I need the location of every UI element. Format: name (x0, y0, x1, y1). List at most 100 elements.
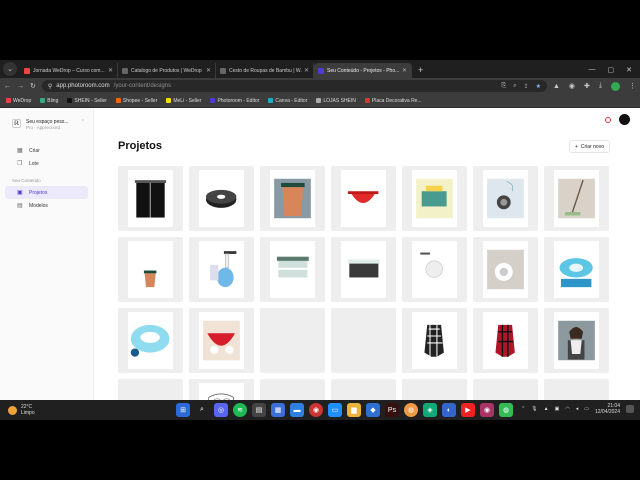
browser-tab[interactable]: Catalogo de Produtos | WeDrop ✕ (118, 63, 216, 78)
search-icon[interactable]: ⌕ (195, 403, 209, 417)
tab-search-icon[interactable]: ⌄ (3, 62, 17, 76)
bookmark-item[interactable]: LOJAS SHEIN (316, 98, 356, 104)
project-card[interactable] (118, 237, 183, 302)
clock[interactable]: 21:04 12/04/2024 (595, 403, 620, 415)
sidebar-item-criar[interactable]: ▦ Criar (5, 144, 88, 157)
project-card[interactable] (473, 166, 538, 231)
app-icon[interactable]: ▬ (290, 403, 304, 417)
project-card[interactable] (402, 237, 467, 302)
user-avatar[interactable] (619, 114, 630, 125)
project-card[interactable] (260, 237, 325, 302)
file-explorer-icon[interactable]: ▆ (347, 403, 361, 417)
close-tab-icon[interactable]: ✕ (304, 67, 309, 74)
project-card[interactable] (189, 166, 254, 231)
close-tab-icon[interactable]: ✕ (108, 67, 113, 74)
close-window-icon[interactable]: ✕ (626, 66, 632, 74)
profile-avatar[interactable] (611, 81, 620, 91)
chrome-icon[interactable]: ◍ (404, 403, 418, 417)
sidebar-item-projetos[interactable]: ▣ Projetos (5, 186, 88, 199)
start-icon[interactable]: ⊞ (176, 403, 190, 417)
app-tray-icon[interactable]: ▲ (544, 406, 549, 412)
notification-center-icon[interactable] (626, 405, 634, 413)
back-icon[interactable]: ← (4, 83, 11, 90)
zoom-icon[interactable]: ⌕ (513, 83, 516, 90)
app-icon[interactable]: ◆ (366, 403, 380, 417)
create-new-button[interactable]: + Criar novo (569, 140, 610, 153)
reload-icon[interactable]: ↻ (30, 82, 36, 90)
bookmark-star-icon[interactable]: ★ (536, 83, 541, 90)
folder-icon: ▣ (17, 190, 23, 196)
bookmark-item[interactable]: Shopee - Seller (115, 98, 157, 104)
bookmark-item[interactable]: MeLi - Seller (166, 98, 201, 104)
app-icon[interactable]: ▤ (252, 403, 266, 417)
bookmark-item[interactable]: Placa Decorativa Re... (364, 98, 422, 104)
project-card[interactable] (118, 308, 183, 373)
spotify-icon[interactable]: ≋ (233, 403, 247, 417)
mic-icon[interactable]: 🎙 (531, 406, 537, 412)
close-tab-icon[interactable]: ✕ (206, 67, 211, 74)
project-card[interactable] (189, 237, 254, 302)
app-icon[interactable]: ▭ (328, 403, 342, 417)
project-card[interactable] (402, 166, 467, 231)
weather-widget[interactable]: 22°C Limpo (0, 404, 35, 416)
extension-icon[interactable]: ◉ (569, 82, 575, 90)
youtube-icon[interactable]: ▶ (461, 403, 475, 417)
project-card[interactable] (331, 308, 396, 373)
site-info-icon[interactable]: ⚲ (48, 83, 52, 90)
maximize-icon[interactable]: ▢ (608, 66, 615, 74)
project-card[interactable] (544, 237, 609, 302)
translate-icon[interactable]: ⎘ (501, 83, 506, 90)
app-icon[interactable]: ◉ (309, 403, 323, 417)
bookmark-item[interactable]: SHEIN - Seller (67, 98, 107, 104)
chrome-active-icon[interactable]: ◍ (499, 403, 513, 417)
extensions-puzzle-icon[interactable]: ✚ (584, 82, 590, 90)
chevron-up-icon[interactable]: ⌃ (521, 406, 525, 412)
new-tab-button[interactable]: + (418, 65, 423, 75)
tab-title: Cesto de Roupas de Bambu | W... (229, 67, 302, 74)
project-card[interactable] (189, 308, 254, 373)
app-icon[interactable]: ◐ (442, 403, 456, 417)
bookmark-item[interactable]: WeDrop (6, 98, 31, 104)
project-card[interactable] (402, 308, 467, 373)
forward-icon[interactable]: → (17, 83, 24, 90)
sidebar-item-lote[interactable]: ❐ Lote (5, 157, 88, 170)
tab-favicon-icon (122, 67, 128, 74)
project-card[interactable] (473, 308, 538, 373)
share-icon[interactable]: ⇪ (524, 83, 529, 90)
app-icon[interactable]: ◉ (480, 403, 494, 417)
browser-tab[interactable]: Seu Conteúdo - Projetos - Pho... ✕ (314, 63, 412, 78)
bookmark-label: SHEIN - Seller (74, 97, 107, 104)
extension-warning-icon[interactable]: ▲ (553, 83, 560, 90)
app-tray-icon[interactable]: ▣ (555, 406, 560, 412)
project-card[interactable] (118, 166, 183, 231)
url-field[interactable]: ⚲ app.photoroom.com/your-content/designs… (41, 80, 547, 92)
menu-kebab-icon[interactable]: ⋮ (629, 82, 636, 90)
download-icon[interactable]: ⤓ (599, 82, 602, 90)
bookmark-item[interactable]: Canva - Editor (268, 98, 307, 104)
sidebar-item-label: Criar (29, 147, 40, 154)
project-card[interactable] (260, 308, 325, 373)
project-card[interactable] (544, 166, 609, 231)
bookmark-item[interactable]: Photoroom - Editor (210, 98, 259, 104)
app-icon[interactable]: ▦ (271, 403, 285, 417)
app-icon[interactable]: ◈ (423, 403, 437, 417)
project-card[interactable] (544, 308, 609, 373)
wifi-icon[interactable]: ◠ (565, 406, 569, 412)
project-card[interactable] (331, 166, 396, 231)
volume-icon[interactable]: ◂ (576, 406, 579, 412)
chevron-updown-icon: ⌃ (80, 119, 85, 125)
notification-icon[interactable] (605, 116, 611, 123)
minimize-icon[interactable]: — (589, 66, 596, 74)
sidebar-item-modelos[interactable]: ▤ Modelos (5, 199, 88, 212)
workspace-switcher[interactable]: ℝ Seu espaço pess... Pro · Apprecoord ⌃ (0, 108, 93, 130)
project-card[interactable] (260, 166, 325, 231)
project-card[interactable] (473, 237, 538, 302)
browser-tab[interactable]: Jornada WeDrop – Curso com... ✕ (20, 63, 118, 78)
browser-tab[interactable]: Cesto de Roupas de Bambu | W... ✕ (216, 63, 314, 78)
discord-icon[interactable]: ◎ (214, 403, 228, 417)
project-card[interactable] (331, 237, 396, 302)
photoshop-icon[interactable]: Ps (385, 403, 399, 417)
battery-icon[interactable]: ▭ (584, 406, 589, 412)
bookmark-item[interactable]: Bling (40, 98, 58, 104)
close-tab-icon[interactable]: ✕ (402, 67, 407, 74)
